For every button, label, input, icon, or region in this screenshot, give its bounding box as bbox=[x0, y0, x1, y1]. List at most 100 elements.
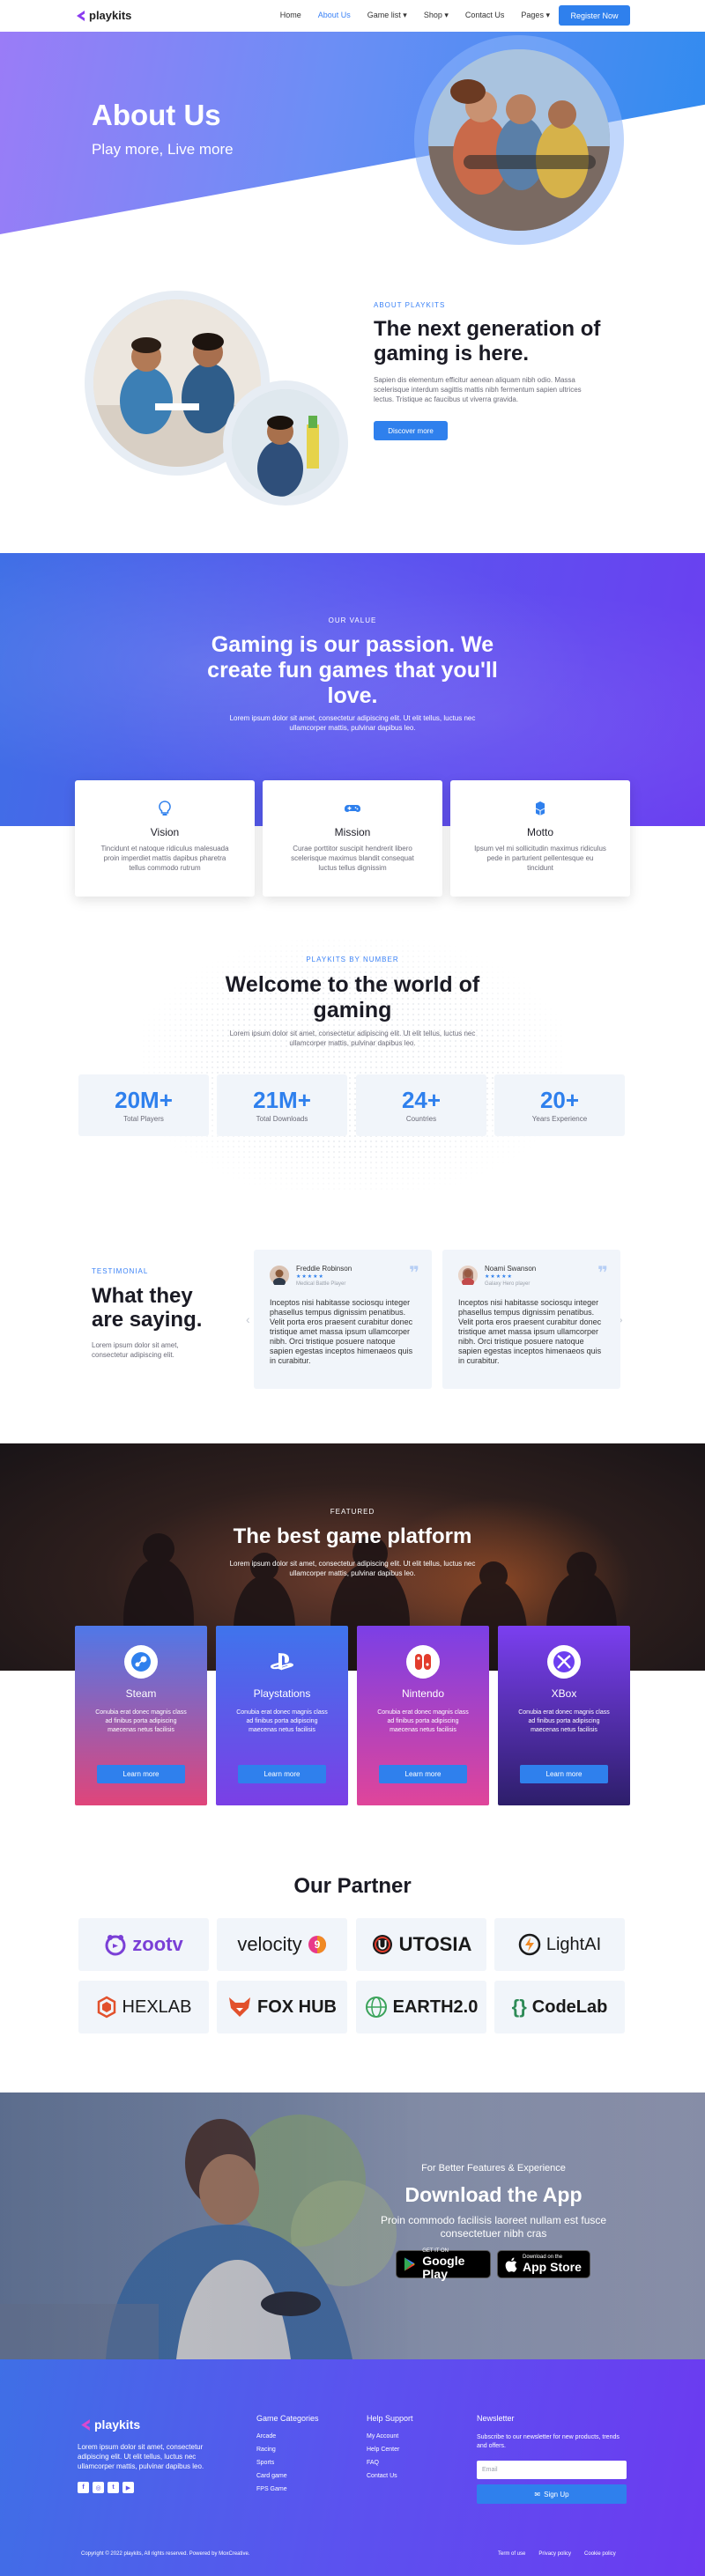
footer-link-fps-game[interactable]: FPS Game bbox=[256, 2486, 287, 2492]
values-tag: OUR VALUE bbox=[328, 616, 377, 624]
avatar-image bbox=[458, 1266, 478, 1287]
carousel-prev-icon[interactable]: ‹ bbox=[246, 1312, 250, 1326]
stat-value: 24+ bbox=[401, 1087, 442, 1113]
stat-value: 20M+ bbox=[115, 1087, 173, 1113]
nav-pages[interactable]: Pages ▾ bbox=[521, 11, 550, 20]
partner-lightai[interactable]: LightAI bbox=[494, 1918, 625, 1971]
hero-subtitle: Play more, Live more bbox=[92, 141, 234, 158]
partner-velocity[interactable]: velocity 9 bbox=[217, 1918, 347, 1971]
reviewer-role: Galaxy Hero player bbox=[485, 1281, 531, 1287]
testimonial-card: Noami Swanson ★★★★★ Galaxy Hero player ❞… bbox=[442, 1250, 620, 1389]
app-store-text: Download on the App Store bbox=[523, 2255, 582, 2274]
stat-years-experience: 20+ Years Experience bbox=[494, 1074, 625, 1136]
partner-zootv[interactable]: zootv bbox=[78, 1918, 209, 1971]
platform-name: XBox bbox=[551, 1687, 577, 1700]
footer-description: Lorem ipsum dolor sit amet, consectetur … bbox=[78, 2443, 204, 2470]
nav-about-us[interactable]: About Us bbox=[318, 11, 351, 20]
reviewer-name: Freddie Robinson bbox=[296, 1265, 352, 1273]
main-nav: Home About Us Game list ▾ Shop ▾ Contact… bbox=[280, 11, 550, 20]
stat-label: Total Downloads bbox=[256, 1115, 308, 1123]
footer-link-privacy[interactable]: Privacy policy bbox=[538, 2551, 571, 2557]
email-field[interactable]: Email bbox=[477, 2461, 627, 2479]
partner-codelab[interactable]: {} CodeLab bbox=[494, 1981, 625, 2033]
register-button[interactable]: Register Now bbox=[559, 5, 630, 26]
footer-link-cookie[interactable]: Cookie policy bbox=[584, 2551, 616, 2557]
reviewer-name: Noami Swanson bbox=[485, 1265, 537, 1273]
footer-link-arcade[interactable]: Arcade bbox=[256, 2433, 276, 2439]
learn-more-button[interactable]: Learn more bbox=[379, 1765, 467, 1783]
google-play-text: GET IT ON Google Play bbox=[422, 2248, 490, 2281]
discover-more-button[interactable]: Discover more bbox=[374, 421, 448, 440]
footer-link-racing[interactable]: Racing bbox=[256, 2447, 276, 2453]
chevron-down-icon: ▾ bbox=[444, 11, 449, 19]
partner-name: zootv bbox=[132, 1933, 183, 1955]
partner-name: velocity bbox=[237, 1933, 302, 1955]
google-play-button[interactable]: GET IT ON Google Play bbox=[396, 2248, 491, 2281]
site-logo-text: playkits bbox=[89, 9, 132, 22]
rating-stars: ★★★★★ bbox=[485, 1274, 513, 1280]
partner-name: UTOSIA bbox=[398, 1933, 472, 1955]
footer-newsletter-title: Newsletter bbox=[477, 2414, 515, 2423]
testimonial-body: Inceptos nisi habitasse sociosqu integer… bbox=[270, 1298, 413, 1365]
xbox-logo bbox=[553, 1651, 575, 1672]
stat-label: Years Experience bbox=[531, 1115, 588, 1123]
footer-link-faq[interactable]: FAQ bbox=[367, 2460, 379, 2466]
footer-link-sports[interactable]: Sports bbox=[256, 2460, 274, 2466]
about-text: Sapien dis elementum efficitur aenean al… bbox=[374, 376, 582, 403]
platform-text: Conubia erat donec magnis class ad finib… bbox=[377, 1709, 469, 1733]
download-text: Proin commodo facilisis laoreet nullam e… bbox=[380, 2214, 607, 2240]
learn-more-button[interactable]: Learn more bbox=[238, 1765, 326, 1783]
footer-link-terms[interactable]: Term of use bbox=[498, 2551, 525, 2557]
testimonial-card: Freddie Robinson ★★★★★ Medical Battle Pl… bbox=[254, 1250, 432, 1389]
stat-label: Total Players bbox=[123, 1115, 164, 1123]
partner-hexlab[interactable]: HEXLAB bbox=[78, 1981, 209, 2033]
footer-logo-text: playkits bbox=[94, 2417, 141, 2432]
footer-categories-title: Game Categories bbox=[256, 2414, 319, 2423]
youtube-icon[interactable]: ▶ bbox=[122, 2482, 134, 2493]
steam-logo bbox=[131, 1652, 151, 1672]
footer-link-contact-us[interactable]: Contact Us bbox=[367, 2473, 397, 2479]
twitter-icon[interactable]: t bbox=[108, 2482, 119, 2493]
platform-text: Conubia erat donec magnis class ad finib… bbox=[236, 1709, 328, 1733]
nav-home[interactable]: Home bbox=[280, 11, 301, 20]
site-logo[interactable]: playkits bbox=[75, 9, 131, 22]
avatar bbox=[458, 1266, 478, 1287]
app-store-button[interactable]: Download on the App Store bbox=[497, 2250, 590, 2278]
facebook-icon[interactable]: f bbox=[78, 2482, 89, 2493]
footer-link-my-account[interactable]: My Account bbox=[367, 2433, 398, 2439]
about-tag: ABOUT PLAYKITS bbox=[374, 301, 446, 309]
partners-title: Our Partner bbox=[293, 1874, 412, 1898]
sign-up-label: Sign Up bbox=[544, 2490, 569, 2498]
playstation-logo bbox=[271, 1653, 293, 1671]
numbers-tag: PLAYKITS BY NUMBER bbox=[306, 956, 399, 963]
instagram-icon[interactable]: ◎ bbox=[93, 2482, 104, 2493]
learn-more-button[interactable]: Learn more bbox=[520, 1765, 608, 1783]
value-card-vision: Vision Tincidunt et natoque ridiculus ma… bbox=[75, 780, 255, 897]
value-card-title: Motto bbox=[526, 826, 553, 838]
platform-name: Nintendo bbox=[401, 1687, 445, 1700]
nav-game-list[interactable]: Game list ▾ bbox=[367, 11, 407, 20]
foxhub-logo-icon bbox=[229, 1997, 250, 2017]
site-header: playkits Home About Us Game list ▾ Shop … bbox=[0, 0, 705, 32]
partner-earth[interactable]: EARTH2.0 bbox=[356, 1981, 486, 2033]
hero-friends-illustration bbox=[428, 49, 610, 231]
nav-contact-us[interactable]: Contact Us bbox=[465, 11, 505, 20]
sign-up-button[interactable]: ✉ Sign Up bbox=[477, 2484, 627, 2504]
reviewer-role: Medical Battle Player bbox=[296, 1281, 346, 1287]
footer-legal-links: Term of use Privacy policy Cookie policy bbox=[498, 2551, 616, 2557]
nav-shop[interactable]: Shop ▾ bbox=[424, 11, 449, 20]
gamepad-icon bbox=[345, 805, 360, 812]
platform-name: Steam bbox=[125, 1687, 157, 1700]
testimonial-body: Inceptos nisi habitasse sociosqu integer… bbox=[458, 1298, 602, 1365]
learn-more-button[interactable]: Learn more bbox=[97, 1765, 185, 1783]
kid-playing-illustration bbox=[232, 389, 339, 497]
footer-logo[interactable]: playkits bbox=[79, 2417, 140, 2432]
download-subtitle: For Better Features & Experience bbox=[421, 2163, 566, 2174]
earth-logo-icon bbox=[365, 1997, 387, 2018]
nav-game-list-label: Game list bbox=[367, 11, 401, 19]
partner-foxhub[interactable]: FOX HUB bbox=[217, 1981, 347, 2033]
playstation-icon bbox=[265, 1645, 299, 1679]
footer-link-help-center[interactable]: Help Center bbox=[367, 2447, 399, 2453]
partner-utosia[interactable]: UTOSIA bbox=[356, 1918, 486, 1971]
footer-link-card-game[interactable]: Card game bbox=[256, 2473, 287, 2479]
